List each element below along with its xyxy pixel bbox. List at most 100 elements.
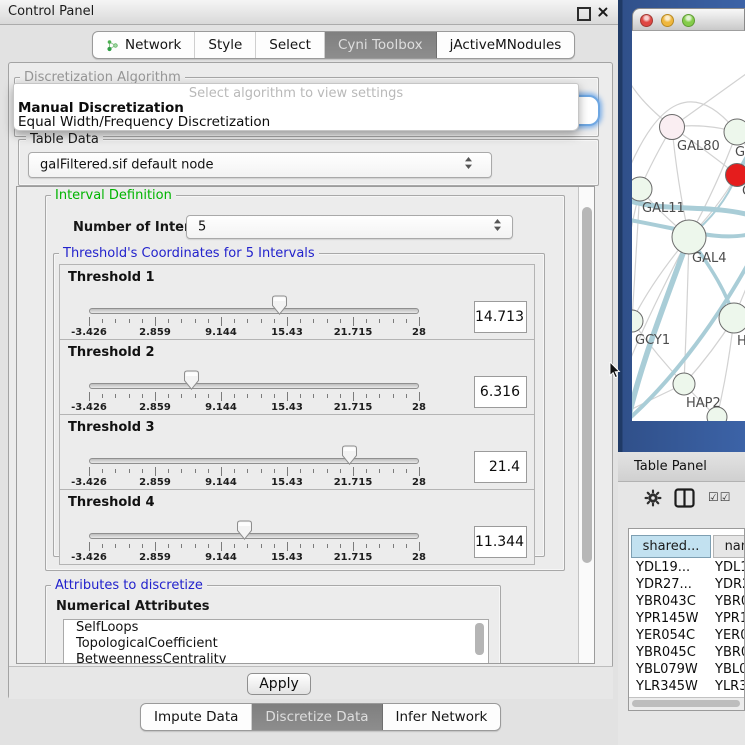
table-data-combobox[interactable]: galFiltered.sif default node <box>28 152 492 178</box>
table-hscrollbar[interactable] <box>629 697 744 710</box>
select-columns-checkboxes-icon[interactable]: ☑☑ <box>708 490 732 504</box>
slider-tick <box>208 544 209 548</box>
slider-tick <box>168 319 169 323</box>
slider-thumb[interactable] <box>183 370 200 391</box>
cell-shared-name[interactable]: YLR345W <box>636 678 698 695</box>
list-scrollbar-thumb[interactable] <box>475 623 484 655</box>
slider-tick <box>419 392 420 401</box>
slider-tick <box>353 467 354 476</box>
slider-tick <box>313 319 314 323</box>
column-header-name[interactable]: name <box>713 535 745 558</box>
number-of-intervals-combobox[interactable]: 5 <box>186 215 513 239</box>
table-row[interactable]: YBL079W YBL0 <box>629 661 745 678</box>
slider-tick <box>247 394 248 398</box>
apply-button[interactable]: Apply <box>247 673 311 695</box>
slider-tick <box>261 469 262 473</box>
table-row[interactable]: YBR045C YBR0 <box>629 644 745 661</box>
cell-name[interactable]: YDR2 <box>715 576 745 593</box>
table-hscrollbar-thumb[interactable] <box>632 700 740 707</box>
slider-tick <box>181 319 182 323</box>
slider-tick-label: 9.144 <box>199 402 243 413</box>
settings-scrollbar-track[interactable] <box>578 187 595 663</box>
close-icon[interactable] <box>597 6 609 18</box>
tab-infer-network[interactable]: Infer Network <box>383 704 501 730</box>
table-row[interactable]: YDL19... YDL1 <box>629 559 745 576</box>
cell-name[interactable]: YER0 <box>715 627 745 644</box>
network-window-titlebar[interactable] <box>632 8 745 31</box>
threshold-value-field[interactable]: 11.344 <box>474 526 527 558</box>
float-window-icon[interactable] <box>577 7 591 21</box>
table-row[interactable]: YBR043C YBR0 <box>629 593 745 610</box>
network-node-node-top-right[interactable] <box>724 119 745 145</box>
cell-shared-name[interactable]: YBL079W <box>636 661 698 678</box>
cell-shared-name[interactable]: YBR045C <box>636 644 696 661</box>
zoom-traffic-light-icon[interactable] <box>682 14 695 27</box>
algorithm-option-equal-width-frequency-discretization[interactable]: Equal Width/Frequency Discretization <box>18 114 574 128</box>
cell-name[interactable]: YBL0 <box>715 661 745 678</box>
network-node-gal11[interactable] <box>632 177 652 201</box>
threshold-value-field[interactable]: 6.316 <box>474 376 527 408</box>
cell-name[interactable]: YPR1 <box>715 610 745 627</box>
slider-tick <box>221 317 222 326</box>
slider-tick <box>155 467 156 476</box>
cell-name[interactable]: YLR3 <box>715 678 745 695</box>
column-header-shared-name[interactable]: shared... <box>631 535 711 558</box>
table-row[interactable]: YER054C YER0 <box>629 627 745 644</box>
tab-discretize-data[interactable]: Discretize Data <box>252 704 382 730</box>
tab-jactivemnodules[interactable]: jActiveMNodules <box>437 32 575 58</box>
table-row[interactable]: YLR345W YLR3 <box>629 678 745 695</box>
network-node-node-h[interactable] <box>719 303 745 333</box>
gear-icon[interactable] <box>644 489 662 511</box>
algorithm-option-manual-discretization[interactable]: Manual Discretization <box>18 100 574 114</box>
cell-name[interactable]: YBR0 <box>715 593 745 610</box>
column-panes-icon[interactable] <box>674 488 695 512</box>
threshold-value-field[interactable]: 14.713 <box>474 301 527 333</box>
tab-cyni-toolbox[interactable]: Cyni Toolbox <box>325 32 437 58</box>
cell-shared-name[interactable]: YDL19... <box>636 559 690 576</box>
slider-tick-label: 9.144 <box>199 327 243 338</box>
network-node-label: GAL4 <box>692 251 726 266</box>
slider-tick <box>168 394 169 398</box>
close-traffic-light-icon[interactable] <box>640 14 653 27</box>
tab-network[interactable]: Network <box>93 32 195 58</box>
slider-tick <box>142 469 143 473</box>
network-node-gal4[interactable] <box>672 220 706 254</box>
attribute-item-topologicalcoefficient[interactable]: TopologicalCoefficient <box>64 636 488 652</box>
slider-thumb[interactable] <box>236 520 253 541</box>
tab-label: Discretize Data <box>265 709 368 725</box>
table-row[interactable]: YPR145W YPR1 <box>629 610 745 627</box>
network-node-label: GCY1 <box>635 333 670 348</box>
attributes-group-title: Attributes to discretize <box>51 578 207 593</box>
cell-shared-name[interactable]: YPR145W <box>636 610 698 627</box>
attribute-item-betweennesscentrality[interactable]: BetweennessCentrality <box>64 652 488 664</box>
slider-thumb[interactable] <box>271 295 288 316</box>
slider-track[interactable] <box>89 308 419 314</box>
slider-track[interactable] <box>89 383 419 389</box>
slider-thumb[interactable] <box>341 445 358 466</box>
slider-tick <box>340 394 341 398</box>
numerical-attributes-list[interactable]: SelfLoopsTopologicalCoefficientBetweenne… <box>63 619 489 664</box>
cell-shared-name[interactable]: YDR27... <box>636 576 692 593</box>
table-row[interactable]: YDR27... YDR2 <box>629 576 745 593</box>
cell-name[interactable]: YBR0 <box>715 644 745 661</box>
slider-track[interactable] <box>89 458 419 464</box>
network-node-gcy1[interactable] <box>632 310 643 332</box>
cell-name[interactable]: YDL1 <box>715 559 745 576</box>
tab-impute-data[interactable]: Impute Data <box>141 704 252 730</box>
tab-select[interactable]: Select <box>256 32 325 58</box>
threshold-panel-1: Threshold 1-3.4262.8599.14415.4321.71528… <box>59 264 535 340</box>
network-edge[interactable] <box>672 71 745 127</box>
settings-scrollbar-thumb[interactable] <box>582 207 592 563</box>
bottom-tab-bar: Impute Data Discretize Data Infer Network <box>140 703 501 731</box>
threshold-value-field[interactable]: 21.4 <box>474 451 527 483</box>
cell-shared-name[interactable]: YER054C <box>636 627 695 644</box>
panel-title: Control Panel <box>8 4 94 19</box>
network-node-gal80[interactable] <box>660 115 685 140</box>
tab-style[interactable]: Style <box>195 32 256 58</box>
attribute-item-selfloops[interactable]: SelfLoops <box>64 620 488 636</box>
network-canvas[interactable]: GAL80GCGAL11GAL4GCY1HHAP2 <box>632 31 745 421</box>
cell-shared-name[interactable]: YBR043C <box>636 593 696 610</box>
slider-track[interactable] <box>89 533 419 539</box>
minimize-traffic-light-icon[interactable] <box>661 14 674 27</box>
network-node-hap2[interactable] <box>673 373 695 395</box>
